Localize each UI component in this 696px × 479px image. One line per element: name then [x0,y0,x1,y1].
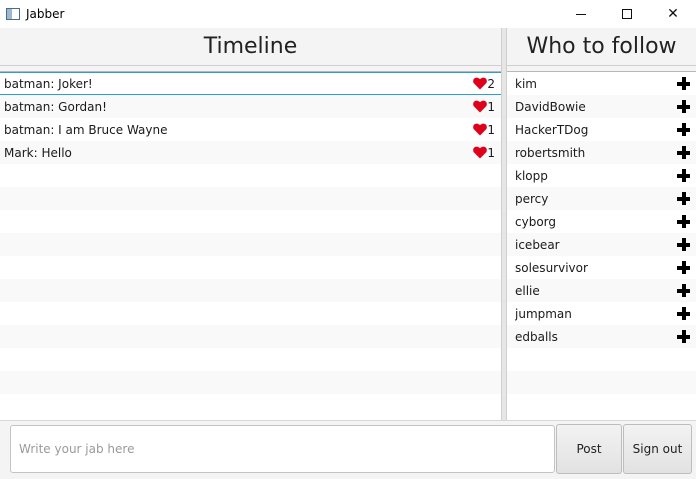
minimize-icon [576,13,586,15]
like-button[interactable]: 1 [473,123,495,137]
jab-text: batman: I am Bruce Wayne [4,122,168,137]
follow-empty-row [507,348,696,371]
jab-text: batman: Gordan! [4,99,107,114]
close-icon: ✕ [667,6,679,22]
plus-icon[interactable] [677,284,690,297]
plus-icon[interactable] [677,146,690,159]
timeline-empty-row [0,302,501,325]
follow-row[interactable]: robertsmith [507,141,696,164]
timeline-row[interactable]: Mark: Hello 1 [0,141,501,164]
timeline-row[interactable]: batman: Gordan! 1 [0,95,501,118]
plus-icon[interactable] [677,123,690,136]
like-button[interactable]: 1 [473,146,495,160]
follow-row[interactable]: cyborg [507,210,696,233]
username: cyborg [515,214,556,229]
plus-icon[interactable] [677,192,690,205]
timeline-empty-row [0,210,501,233]
timeline-empty-row [0,371,501,394]
timeline-empty-row [0,348,501,371]
who-to-follow-panel: Who to follow kim DavidBowie HackerTDog rob… [507,28,696,420]
username: solesurvivor [515,260,588,275]
like-count: 1 [487,122,495,137]
like-button[interactable]: 2 [473,77,495,91]
username: kim [515,76,537,91]
plus-icon[interactable] [677,261,690,274]
follow-row[interactable]: ellie [507,279,696,302]
username: jumpman [515,306,572,321]
username: percy [515,191,549,206]
follow-row[interactable]: DavidBowie [507,95,696,118]
like-count: 2 [487,76,495,91]
username: icebear [515,237,560,252]
maximize-icon [622,9,632,19]
who-to-follow-header: Who to follow [507,28,696,66]
follow-row[interactable]: edballs [507,325,696,348]
title-bar: Jabber ✕ [0,0,696,28]
timeline-empty-row [0,187,501,210]
username: HackerTDog [515,122,589,137]
follow-row[interactable]: HackerTDog [507,118,696,141]
jab-input[interactable] [10,425,555,473]
timeline-panel: Timeline batman: Joker! 2 batman: Gordan! 1… [0,28,501,420]
window-title: Jabber [26,7,65,21]
follow-row[interactable]: jumpman [507,302,696,325]
plus-icon[interactable] [677,238,690,251]
follow-row[interactable]: percy [507,187,696,210]
timeline-empty-row [0,164,501,187]
heart-icon [473,123,488,136]
timeline-list[interactable]: batman: Joker! 2 batman: Gordan! 1 batman: I… [0,71,501,420]
heart-icon [473,77,488,90]
maximize-button[interactable] [604,0,650,28]
who-to-follow-list[interactable]: kim DavidBowie HackerTDog robertsmith klopp p… [507,71,696,420]
plus-icon[interactable] [677,330,690,343]
app-window-icon [6,8,20,20]
like-count: 1 [487,99,495,114]
heart-icon [473,100,488,113]
timeline-empty-row [0,256,501,279]
timeline-empty-row [0,233,501,256]
follow-row[interactable]: klopp [507,164,696,187]
plus-icon[interactable] [677,100,690,113]
timeline-row[interactable]: batman: Joker! 2 [0,72,501,95]
plus-icon[interactable] [677,77,690,90]
jab-text: Mark: Hello [4,145,72,160]
close-button[interactable]: ✕ [650,0,696,28]
heart-icon [473,146,488,159]
follow-row[interactable]: icebear [507,233,696,256]
window-controls: ✕ [558,0,696,28]
like-button[interactable]: 1 [473,100,495,114]
minimize-button[interactable] [558,0,604,28]
jabber-window: Jabber ✕ Timeline batman: Joker! 2 batman:… [0,0,696,479]
username: robertsmith [515,145,586,160]
follow-row[interactable]: kim [507,72,696,95]
post-button[interactable]: Post [556,424,622,474]
sign-out-button[interactable]: Sign out [623,424,692,474]
timeline-empty-row [0,279,501,302]
timeline-header: Timeline [0,28,501,66]
timeline-row[interactable]: batman: I am Bruce Wayne 1 [0,118,501,141]
follow-empty-row [507,394,696,417]
plus-icon[interactable] [677,307,690,320]
timeline-empty-row [0,325,501,348]
plus-icon[interactable] [677,215,690,228]
like-count: 1 [487,145,495,160]
plus-icon[interactable] [677,169,690,182]
follow-empty-row [507,371,696,394]
follow-row[interactable]: solesurvivor [507,256,696,279]
username: ellie [515,283,540,298]
composer-bar: Post Sign out [0,420,696,479]
jab-text: batman: Joker! [4,76,93,91]
username: DavidBowie [515,99,586,114]
username: klopp [515,168,548,183]
timeline-empty-row [0,394,501,417]
username: edballs [515,329,558,344]
